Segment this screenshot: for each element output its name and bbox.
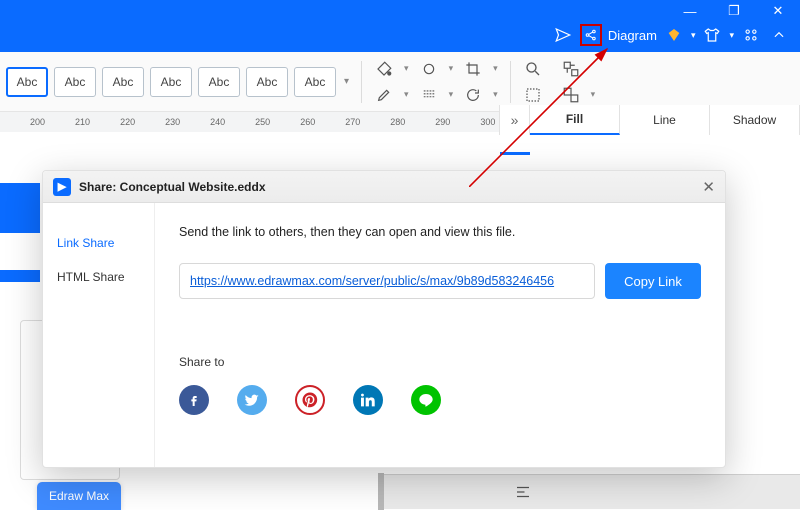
style-swatch-6[interactable]: Abc — [294, 67, 336, 97]
send-icon[interactable] — [552, 24, 574, 46]
tab-line[interactable]: Line — [620, 105, 710, 135]
line-style-caret[interactable]: ▾ — [449, 89, 454, 100]
style-swatch-3[interactable]: Abc — [150, 67, 192, 97]
pinterest-icon[interactable] — [295, 385, 325, 415]
rotate-caret[interactable]: ▾ — [493, 89, 498, 100]
fill-bucket-icon[interactable] — [374, 59, 394, 79]
style-swatch-0[interactable]: Abc — [6, 67, 48, 97]
dropdown-caret-tshirt[interactable]: ▾ — [729, 30, 734, 41]
splitter-handle[interactable] — [378, 473, 384, 510]
pencil-caret[interactable]: ▾ — [404, 89, 409, 100]
group-caret[interactable]: ▾ — [591, 89, 596, 100]
rotate-icon[interactable] — [463, 85, 483, 105]
canvas-shape — [0, 183, 40, 233]
search-icon[interactable] — [523, 59, 543, 79]
share-url-field[interactable]: https://www.edrawmax.com/server/public/s… — [179, 263, 595, 299]
tab-shadow[interactable]: Shadow — [710, 105, 800, 135]
product-badge: Edraw Max — [37, 482, 121, 510]
diagram-label[interactable]: Diagram — [608, 28, 657, 43]
style-swatch-4[interactable]: Abc — [198, 67, 240, 97]
diamond-icon[interactable] — [663, 24, 685, 46]
window-maximize[interactable]: ❐ — [712, 0, 756, 22]
share-to-label: Share to — [179, 355, 701, 369]
ruler-marker — [500, 152, 530, 155]
style-swatch-1[interactable]: Abc — [54, 67, 96, 97]
panel-collapse-icon[interactable]: » — [500, 105, 530, 135]
sidebar-item-html-share[interactable]: HTML Share — [43, 260, 154, 294]
separator — [361, 61, 362, 103]
shape-circle-icon[interactable] — [419, 59, 439, 79]
twitter-icon[interactable] — [237, 385, 267, 415]
collapse-ribbon-icon[interactable] — [768, 24, 790, 46]
align-icon[interactable] — [514, 483, 532, 501]
app-logo-icon: ▶ — [53, 178, 71, 196]
style-gallery-expand[interactable]: ▾ — [344, 76, 349, 87]
style-swatch-5[interactable]: Abc — [246, 67, 288, 97]
replace-icon[interactable] — [561, 59, 581, 79]
group-icon[interactable] — [561, 85, 581, 105]
pencil-icon[interactable] — [374, 85, 394, 105]
copy-link-button[interactable]: Copy Link — [605, 263, 701, 299]
dialog-title: Share: Conceptual Website.eddx — [79, 180, 266, 194]
separator — [510, 61, 511, 103]
select-icon[interactable] — [523, 85, 543, 105]
facebook-icon[interactable] — [179, 385, 209, 415]
window-close[interactable]: ✕ — [756, 0, 800, 22]
sidebar-item-link-share[interactable]: Link Share — [43, 226, 154, 260]
tshirt-icon[interactable] — [701, 24, 723, 46]
tab-fill[interactable]: Fill — [530, 105, 620, 135]
crop-caret[interactable]: ▾ — [493, 63, 498, 74]
share-icon[interactable] — [580, 24, 602, 46]
style-swatch-2[interactable]: Abc — [102, 67, 144, 97]
window-minimize[interactable]: — — [668, 0, 712, 22]
dialog-close-button[interactable]: ✕ — [702, 178, 715, 196]
line-messenger-icon[interactable] — [411, 385, 441, 415]
shape-caret[interactable]: ▾ — [449, 63, 454, 74]
fill-caret[interactable]: ▾ — [404, 63, 409, 74]
apps-icon[interactable] — [740, 24, 762, 46]
dialog-description: Send the link to others, then they can o… — [179, 225, 701, 239]
line-style-icon[interactable] — [419, 85, 439, 105]
crop-icon[interactable] — [463, 59, 483, 79]
share-dialog: ▶ Share: Conceptual Website.eddx ✕ Link … — [42, 170, 726, 468]
statusbar — [384, 474, 800, 509]
canvas-shape — [0, 270, 40, 282]
linkedin-icon[interactable] — [353, 385, 383, 415]
dropdown-caret-diagram[interactable]: ▾ — [691, 30, 696, 41]
